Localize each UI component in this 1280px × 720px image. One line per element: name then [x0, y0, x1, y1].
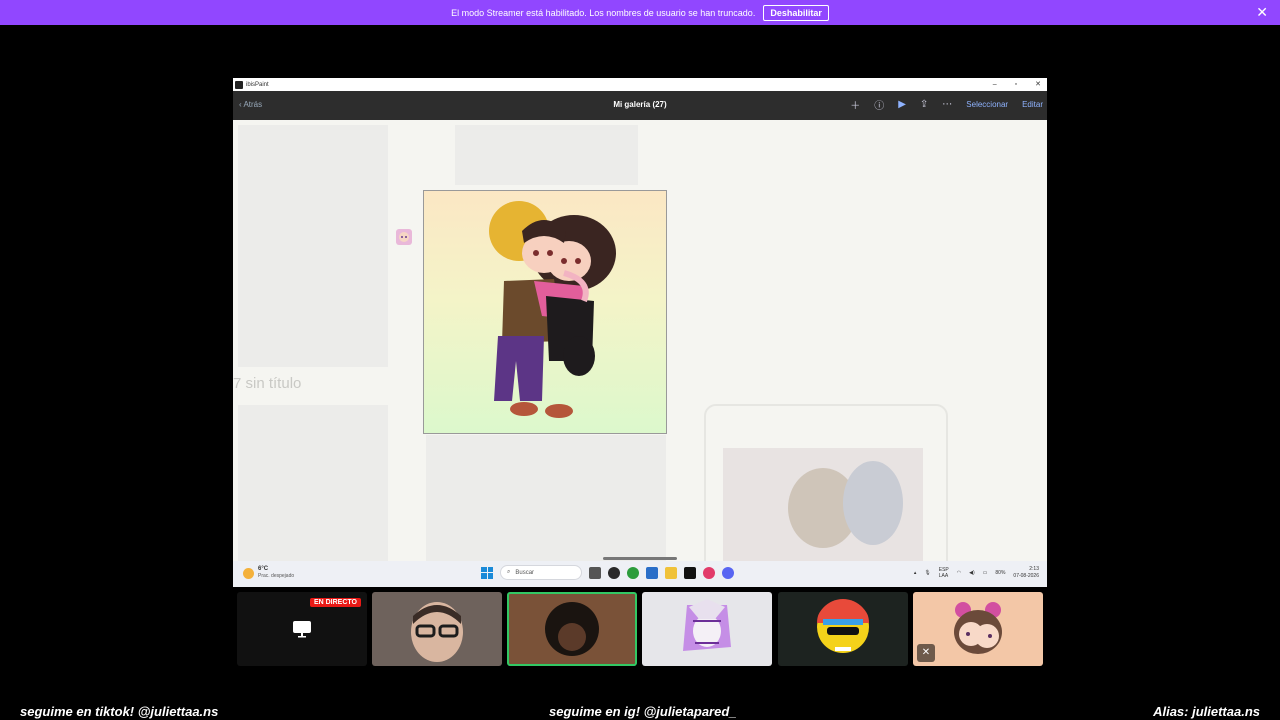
clock[interactable]: 2:13 07-08-2026 — [1013, 566, 1039, 580]
app-icon — [235, 80, 243, 89]
participant-tile-screen[interactable]: EN DIRECTO — [237, 592, 367, 666]
battery-percent: 80% — [995, 570, 1006, 576]
file-explorer-icon[interactable] — [665, 566, 677, 579]
participant-tile[interactable] — [642, 592, 772, 666]
streamer-mode-banner: El modo Streamer está habilitado. Los no… — [0, 0, 1280, 25]
participant-avatar — [683, 599, 731, 651]
taskbar-search[interactable]: ⌕ Buscar — [500, 565, 582, 580]
weather-temp: 6°C — [258, 566, 269, 572]
weather-widget[interactable]: 6°C Prac. despejado — [243, 566, 294, 580]
plus-icon[interactable]: ＋ — [850, 97, 860, 112]
start-icon[interactable] — [481, 566, 493, 579]
participant-video — [411, 602, 463, 662]
close-window-button[interactable]: ✕ — [1035, 78, 1041, 91]
windows-taskbar: 6°C Prac. despejado ⌕ Buscar ▴ 🎙 ESP LAA… — [233, 561, 1047, 587]
tiktok-handle: seguime en tiktok! @juliettaa.ns — [20, 704, 219, 719]
artwork-title: 7 sin título — [233, 375, 302, 392]
app-header: ‹ Atrás Mi galería (27) ＋ ⓘ ▶ ⇪ ⋯ Selecc… — [233, 91, 1047, 120]
gallery-thumbnail[interactable] — [723, 448, 923, 561]
steam-icon[interactable] — [608, 566, 620, 579]
participant-avatar — [954, 602, 1002, 654]
wifi-icon[interactable]: ◠ — [957, 570, 961, 576]
language-indicator[interactable]: ESP LAA — [939, 567, 949, 579]
participant-video — [545, 602, 599, 656]
participant-tile[interactable] — [372, 592, 502, 666]
monitor-icon — [293, 621, 311, 638]
gallery-thumbnail[interactable] — [455, 125, 638, 185]
chibi-illustration — [489, 201, 616, 418]
banner-message: El modo Streamer está habilitado. Los no… — [451, 7, 756, 18]
alias-text: Alias: juliettaa.ns — [1153, 704, 1260, 719]
info-icon[interactable]: ⓘ — [874, 97, 884, 112]
live-badge: EN DIRECTO — [309, 598, 361, 607]
share-icon[interactable]: ⇪ — [920, 99, 928, 110]
discord-icon[interactable] — [722, 566, 734, 579]
xbox-icon[interactable] — [627, 566, 639, 579]
gallery-thumbnail[interactable] — [238, 125, 388, 367]
weather-icon — [243, 567, 254, 579]
participant-avatar — [817, 599, 869, 653]
clock-date: 07-08-2026 — [1013, 573, 1039, 579]
participant-tile-active[interactable] — [507, 592, 637, 666]
more-icon[interactable]: ⋯ — [942, 99, 952, 110]
scroll-indicator[interactable] — [603, 557, 677, 560]
play-icon[interactable]: ▶ — [898, 99, 906, 110]
task-view-icon[interactable] — [589, 566, 601, 579]
clock-time: 2:13 — [1029, 566, 1039, 572]
gallery-thumbnail[interactable] — [238, 405, 388, 561]
minimize-button[interactable]: – — [993, 78, 997, 91]
volume-icon[interactable]: ◀) — [969, 570, 975, 576]
search-icon: ⌕ — [507, 569, 511, 575]
battery-icon[interactable]: ▭ — [983, 570, 988, 576]
participant-tile[interactable]: ✕ — [913, 592, 1043, 666]
weather-condition: Prac. despejado — [258, 573, 295, 579]
instagram-handle: seguime en ig! @julietapared_ — [549, 704, 737, 719]
disable-streamer-mode-button[interactable]: Deshabilitar — [763, 4, 829, 21]
system-tray: ▴ 🎙 ESP LAA ◠ ◀) ▭ 80% 2:13 07-08-2026 — [914, 566, 1039, 580]
participant-tile[interactable] — [778, 592, 908, 666]
window-title: ibisPaint — [246, 81, 269, 88]
microphone-icon[interactable]: 🎙 — [924, 570, 930, 576]
gallery-area: 7 sin título — [233, 120, 1047, 561]
shared-screen-window: ibisPaint – ▫ ✕ ‹ Atrás Mi galería (27) … — [233, 78, 1047, 587]
search-placeholder: Buscar — [515, 569, 535, 576]
ibispaint-icon[interactable] — [684, 566, 696, 579]
faded-artwork — [723, 448, 923, 561]
keyboard-layout: LAA — [938, 573, 949, 579]
close-icon[interactable]: ✕ — [1256, 5, 1268, 19]
gallery-thumbnail[interactable] — [426, 435, 666, 561]
sticker-icon — [396, 229, 412, 245]
selected-artwork[interactable] — [423, 190, 667, 434]
chevron-up-icon[interactable]: ▴ — [914, 570, 917, 576]
edit-button[interactable]: Editar — [1022, 100, 1043, 109]
maximize-button[interactable]: ▫ — [1015, 78, 1017, 91]
browser-icon[interactable] — [703, 566, 715, 579]
pen-app-icon[interactable] — [646, 566, 658, 579]
mic-muted-icon: ✕ — [917, 644, 935, 662]
window-titlebar: ibisPaint – ▫ ✕ — [233, 78, 1047, 91]
select-button[interactable]: Seleccionar — [966, 100, 1008, 109]
